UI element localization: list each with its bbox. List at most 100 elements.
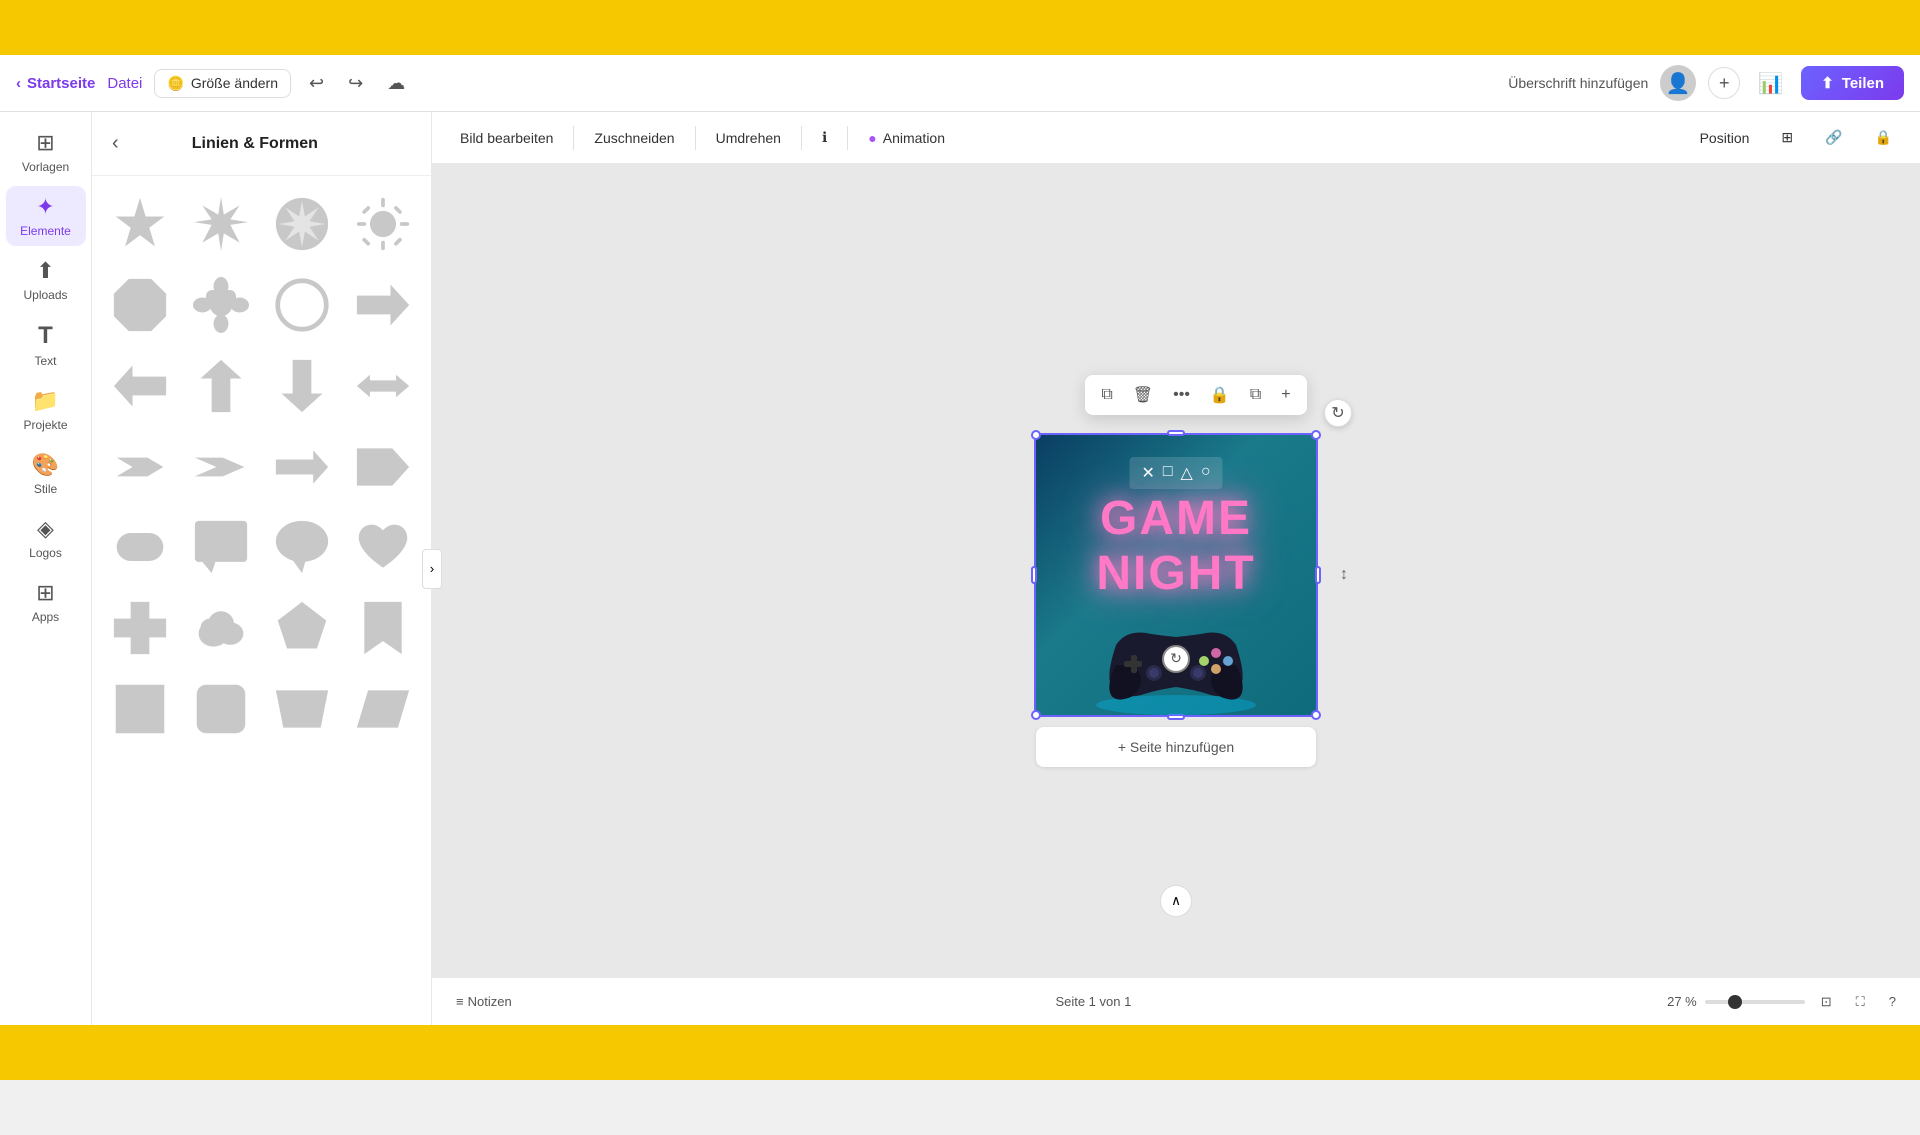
shapes-panel: ‹ Linien & Formen	[92, 112, 432, 1025]
bottom-left: ≡ Notizen	[448, 990, 520, 1013]
shape-arrow-wide[interactable]	[266, 430, 339, 503]
zuschneiden-button[interactable]: Zuschneiden	[582, 124, 686, 152]
handle-mr[interactable]	[1315, 566, 1321, 584]
shape-arrow-down[interactable]	[266, 350, 339, 423]
shape-chevron-right[interactable]	[104, 430, 177, 503]
panel-back-button[interactable]: ‹	[108, 128, 123, 159]
home-label: Startseite	[27, 75, 95, 92]
shape-star-6[interactable]	[104, 188, 177, 261]
ctx-delete-button[interactable]: 🗑	[1125, 379, 1161, 411]
handle-bl[interactable]	[1031, 710, 1041, 720]
link-button[interactable]: 🔗	[1813, 123, 1854, 152]
resize-cursor-indicator: ↕	[1340, 566, 1348, 584]
page-info: Seite 1 von 1	[1055, 994, 1131, 1009]
ctx-expand-button[interactable]: +	[1273, 380, 1298, 410]
grid-icon-button[interactable]: ⊞	[1769, 123, 1805, 152]
shape-trapezoid[interactable]	[266, 673, 339, 746]
shape-rounded-rect[interactable]	[104, 511, 177, 584]
add-page-button[interactable]: + Seite hinzufügen	[1036, 727, 1316, 767]
sidebar-item-logos[interactable]: ◈ Logos	[6, 508, 86, 568]
info-button[interactable]: ℹ	[810, 123, 839, 152]
shape-arrow-left[interactable]	[104, 350, 177, 423]
ctx-more-button[interactable]: •••	[1165, 380, 1198, 410]
text-label: Text	[34, 354, 56, 368]
cloud-button[interactable]: ☁	[381, 67, 411, 100]
shape-bookmark[interactable]	[346, 592, 419, 665]
redo-button[interactable]: ↪	[342, 67, 369, 100]
share-button[interactable]: ⬆ Teilen	[1801, 66, 1904, 100]
sidebar-item-stile[interactable]: 🎨 Stile	[6, 444, 86, 504]
shape-octagon[interactable]	[104, 269, 177, 342]
shape-arrow-right[interactable]	[346, 269, 419, 342]
add-collaborator-button[interactable]: +	[1708, 67, 1740, 99]
sidebar-item-apps[interactable]: ⊞ Apps	[6, 572, 86, 632]
ctx-copy-button[interactable]: ⧉	[1093, 380, 1120, 410]
sidebar-item-elemente[interactable]: ✦ Elemente	[6, 186, 86, 246]
sidebar-item-uploads[interactable]: ⬆ Uploads	[6, 250, 86, 310]
animation-label: Animation	[883, 130, 945, 146]
add-title-button[interactable]: Überschrift hinzufügen	[1508, 75, 1648, 91]
shape-arrow-up[interactable]	[185, 350, 258, 423]
share-label: Teilen	[1842, 75, 1884, 92]
shape-rect-rounded2[interactable]	[185, 673, 258, 746]
handle-tm[interactable]	[1167, 430, 1185, 436]
ctx-lock-button[interactable]: 🔒	[1202, 379, 1238, 411]
apps-icon: ⊞	[36, 580, 54, 606]
handle-ml[interactable]	[1031, 566, 1037, 584]
sidebar-item-projekte[interactable]: 📁 Projekte	[6, 380, 86, 440]
sidebar-item-text[interactable]: T Text	[6, 314, 86, 376]
shape-circle-outline[interactable]	[266, 269, 339, 342]
collapse-canvas-button[interactable]: ∧	[1160, 885, 1192, 917]
shape-sun[interactable]	[346, 188, 419, 261]
shape-chevron-block[interactable]	[185, 430, 258, 503]
notes-button[interactable]: ≡ Notizen	[448, 990, 520, 1013]
center-rotate-handle[interactable]: ↻	[1162, 645, 1190, 673]
shape-rect-plain[interactable]	[104, 673, 177, 746]
page-view-icon: ⊡	[1821, 994, 1832, 1010]
panel-collapse-button[interactable]: ›	[422, 549, 442, 589]
yellow-top-bar	[0, 0, 1920, 55]
lock-button[interactable]: 🔒	[1863, 123, 1904, 152]
undo-button[interactable]: ↩	[303, 67, 330, 100]
analytics-button[interactable]: 📊	[1752, 65, 1789, 102]
shape-parallelogram[interactable]	[346, 673, 419, 746]
groesse-button[interactable]: 🪙 Größe ändern	[154, 69, 291, 98]
analytics-icon: 📊	[1758, 73, 1783, 95]
canvas-area[interactable]: ⧉ 🗑 ••• 🔒 ⧉	[432, 164, 1920, 977]
notes-icon: ≡	[456, 994, 464, 1009]
handle-br[interactable]	[1311, 710, 1321, 720]
fullscreen-button[interactable]: ⛶	[1848, 990, 1873, 1014]
animation-button[interactable]: ● Animation	[856, 124, 957, 152]
shape-tag[interactable]	[346, 430, 419, 503]
datei-button[interactable]: Datei	[107, 75, 142, 92]
bild-bearbeiten-button[interactable]: Bild bearbeiten	[448, 124, 565, 152]
handle-tl[interactable]	[1031, 430, 1041, 440]
handle-tr[interactable]	[1311, 430, 1321, 440]
design-card[interactable]: ✕ □ △ ○ GAME NIGHT	[1036, 435, 1316, 715]
info-icon: ℹ	[822, 129, 827, 146]
sidebar-item-vorlagen[interactable]: ⊞ Vorlagen	[6, 122, 86, 182]
zoom-slider[interactable]	[1705, 1000, 1805, 1004]
ctx-duplicate-button[interactable]: ⧉	[1242, 380, 1269, 410]
shape-speech-square[interactable]	[185, 511, 258, 584]
position-button[interactable]: Position	[1688, 124, 1762, 152]
shape-heart[interactable]	[346, 511, 419, 584]
umdrehen-button[interactable]: Umdrehen	[704, 124, 793, 152]
toolbar-separator-4	[847, 126, 848, 150]
shape-pentagon[interactable]	[266, 592, 339, 665]
game-night-title[interactable]: GAME NIGHT	[1096, 491, 1255, 601]
page-view-button[interactable]: ⊡	[1813, 990, 1840, 1014]
shape-cross[interactable]	[104, 592, 177, 665]
shape-flower[interactable]	[185, 269, 258, 342]
home-button[interactable]: ‹ Startseite	[16, 75, 95, 92]
panel-header: ‹ Linien & Formen	[92, 112, 431, 176]
shape-star-circle[interactable]	[266, 188, 339, 261]
help-button[interactable]: ?	[1881, 990, 1904, 1013]
shape-speech-bubble[interactable]	[266, 511, 339, 584]
shape-cloud[interactable]	[185, 592, 258, 665]
uploads-label: Uploads	[23, 288, 67, 302]
shape-arrow-double[interactable]	[346, 350, 419, 423]
shape-star-burst[interactable]	[185, 188, 258, 261]
rotate-handle[interactable]: ↻	[1324, 399, 1352, 427]
toolbar-separator-2	[695, 126, 696, 150]
